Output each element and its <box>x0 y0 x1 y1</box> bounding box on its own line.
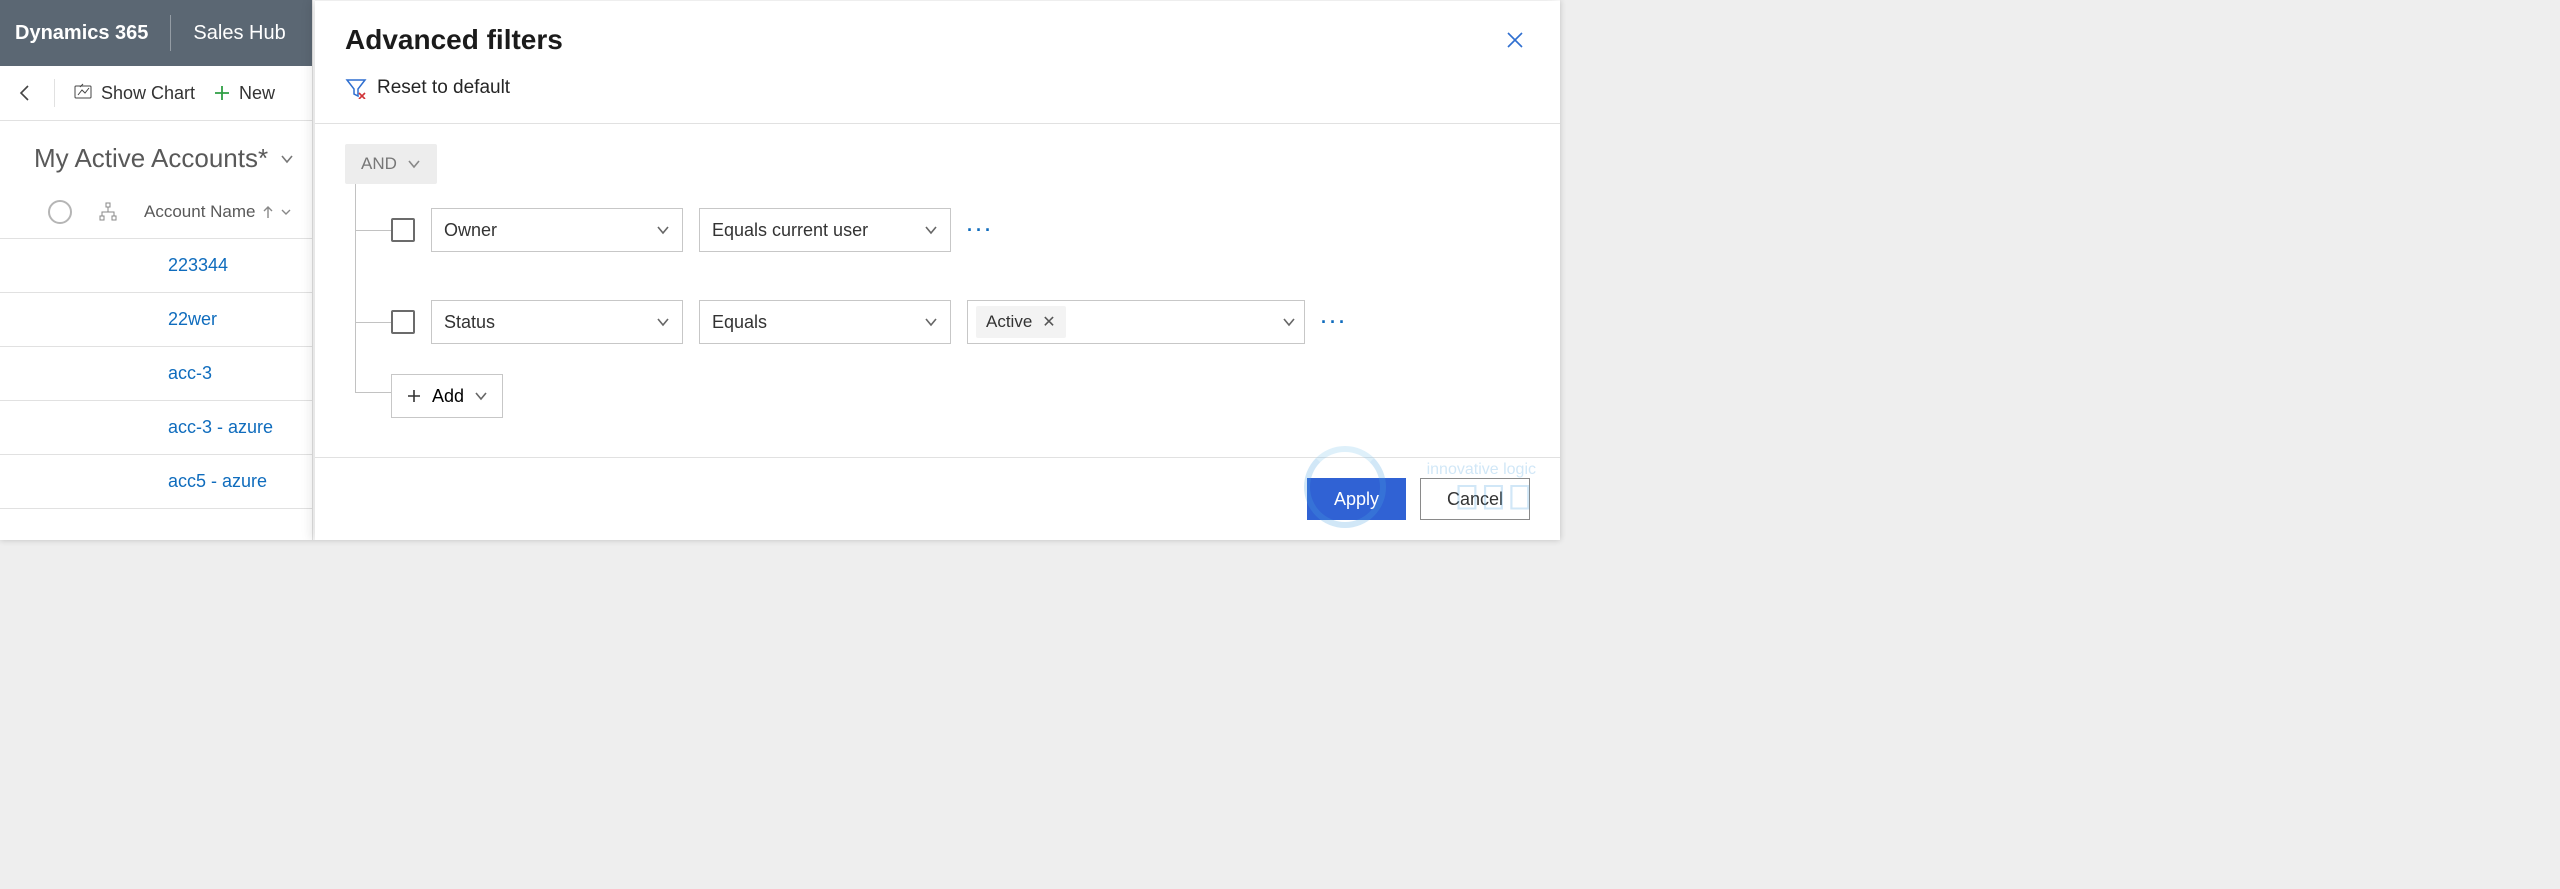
chevron-down-icon <box>278 150 296 168</box>
operator-value: Equals <box>712 312 767 333</box>
new-label: New <box>239 83 275 104</box>
app-viewport: Dynamics 365 Sales Hub Show Chart New <box>0 0 1560 540</box>
row-more-button[interactable]: ··· <box>1321 312 1348 333</box>
grid-row[interactable]: 223344 <box>0 239 312 293</box>
operator-select[interactable]: Equals <box>699 300 951 344</box>
brand-separator <box>170 15 171 51</box>
show-chart-button[interactable]: Show Chart <box>73 83 195 104</box>
group-body: Owner Equals current user ··· <box>355 184 1530 416</box>
plus-icon <box>406 388 422 404</box>
filter-reset-icon <box>345 77 367 99</box>
row-more-button[interactable]: ··· <box>967 220 994 241</box>
command-bar: Show Chart New <box>0 66 312 121</box>
grid-header: Account Name <box>0 196 312 239</box>
panel-toolbar: Reset to default <box>315 77 1560 124</box>
cell-account-name: acc-3 - azure <box>168 417 273 437</box>
chevron-down-icon <box>656 223 670 237</box>
plus-icon <box>213 84 231 102</box>
apply-button[interactable]: Apply <box>1307 478 1406 520</box>
cell-account-name: 22wer <box>168 309 217 329</box>
product-name: Dynamics 365 <box>15 22 148 45</box>
apply-label: Apply <box>1334 489 1379 510</box>
close-button[interactable] <box>1498 23 1532 57</box>
advanced-filters-panel: Advanced filters Reset to default AND <box>315 1 1560 540</box>
filter-row: Status Equals Active ✕ <box>391 276 1530 368</box>
cancel-label: Cancel <box>1447 489 1503 510</box>
panel-footer: Apply Cancel <box>315 457 1560 540</box>
row-checkbox[interactable] <box>391 218 415 242</box>
value-chip-label: Active <box>986 312 1032 332</box>
filter-builder: AND Owner Equals current user <box>315 124 1560 457</box>
left-pane: Dynamics 365 Sales Hub Show Chart New <box>0 0 313 540</box>
hierarchy-icon[interactable] <box>98 202 118 222</box>
chevron-down-icon <box>407 157 421 171</box>
field-value: Owner <box>444 220 497 241</box>
view-title: My Active Accounts* <box>34 143 268 174</box>
operator-value: Equals current user <box>712 220 868 241</box>
operator-select[interactable]: Equals current user <box>699 208 951 252</box>
grid-row[interactable]: 22wer <box>0 293 312 347</box>
chevron-down-icon <box>280 206 292 218</box>
value-chip: Active ✕ <box>976 306 1066 338</box>
back-button[interactable] <box>16 83 36 103</box>
show-chart-label: Show Chart <box>101 83 195 104</box>
cancel-button[interactable]: Cancel <box>1420 478 1530 520</box>
chevron-down-icon <box>924 315 938 329</box>
sort-asc-icon <box>262 205 274 219</box>
add-condition-button[interactable]: Add <box>391 374 503 418</box>
back-arrow-icon <box>16 83 36 103</box>
grid-row[interactable]: acc-3 - azure <box>0 401 312 455</box>
add-label: Add <box>432 386 464 407</box>
new-button[interactable]: New <box>213 83 275 104</box>
brand-bar: Dynamics 365 Sales Hub <box>0 0 312 66</box>
add-row: Add <box>391 368 1530 416</box>
field-select[interactable]: Owner <box>431 208 683 252</box>
panel-title: Advanced filters <box>345 24 563 56</box>
field-value: Status <box>444 312 495 333</box>
cell-account-name: 223344 <box>168 255 228 275</box>
chart-icon <box>73 83 93 103</box>
chevron-down-icon <box>924 223 938 237</box>
reset-label: Reset to default <box>377 77 510 99</box>
cell-account-name: acc-3 <box>168 363 212 383</box>
cell-account-name: acc5 - azure <box>168 471 267 491</box>
toolbar-separator <box>54 79 55 107</box>
panel-header: Advanced filters <box>315 1 1560 77</box>
value-multiselect[interactable]: Active ✕ <box>967 300 1305 344</box>
close-icon <box>1504 29 1526 51</box>
row-checkbox[interactable] <box>391 310 415 334</box>
app-name[interactable]: Sales Hub <box>193 22 285 45</box>
remove-value-button[interactable]: ✕ <box>1042 312 1055 332</box>
filter-row: Owner Equals current user ··· <box>391 184 1530 276</box>
grid-row[interactable]: acc-3 <box>0 347 312 401</box>
chevron-down-icon <box>474 389 488 403</box>
column-label: Account Name <box>144 202 256 222</box>
column-account-name[interactable]: Account Name <box>144 202 292 222</box>
group-operator-chip[interactable]: AND <box>345 144 437 184</box>
reset-to-default-button[interactable]: Reset to default <box>345 77 510 99</box>
operator-label: AND <box>361 154 397 174</box>
grid-row[interactable]: acc5 - azure <box>0 455 312 509</box>
view-selector[interactable]: My Active Accounts* <box>0 121 312 196</box>
chevron-down-icon <box>656 315 670 329</box>
select-all-toggle[interactable] <box>48 200 72 224</box>
field-select[interactable]: Status <box>431 300 683 344</box>
chevron-down-icon <box>1282 315 1296 329</box>
